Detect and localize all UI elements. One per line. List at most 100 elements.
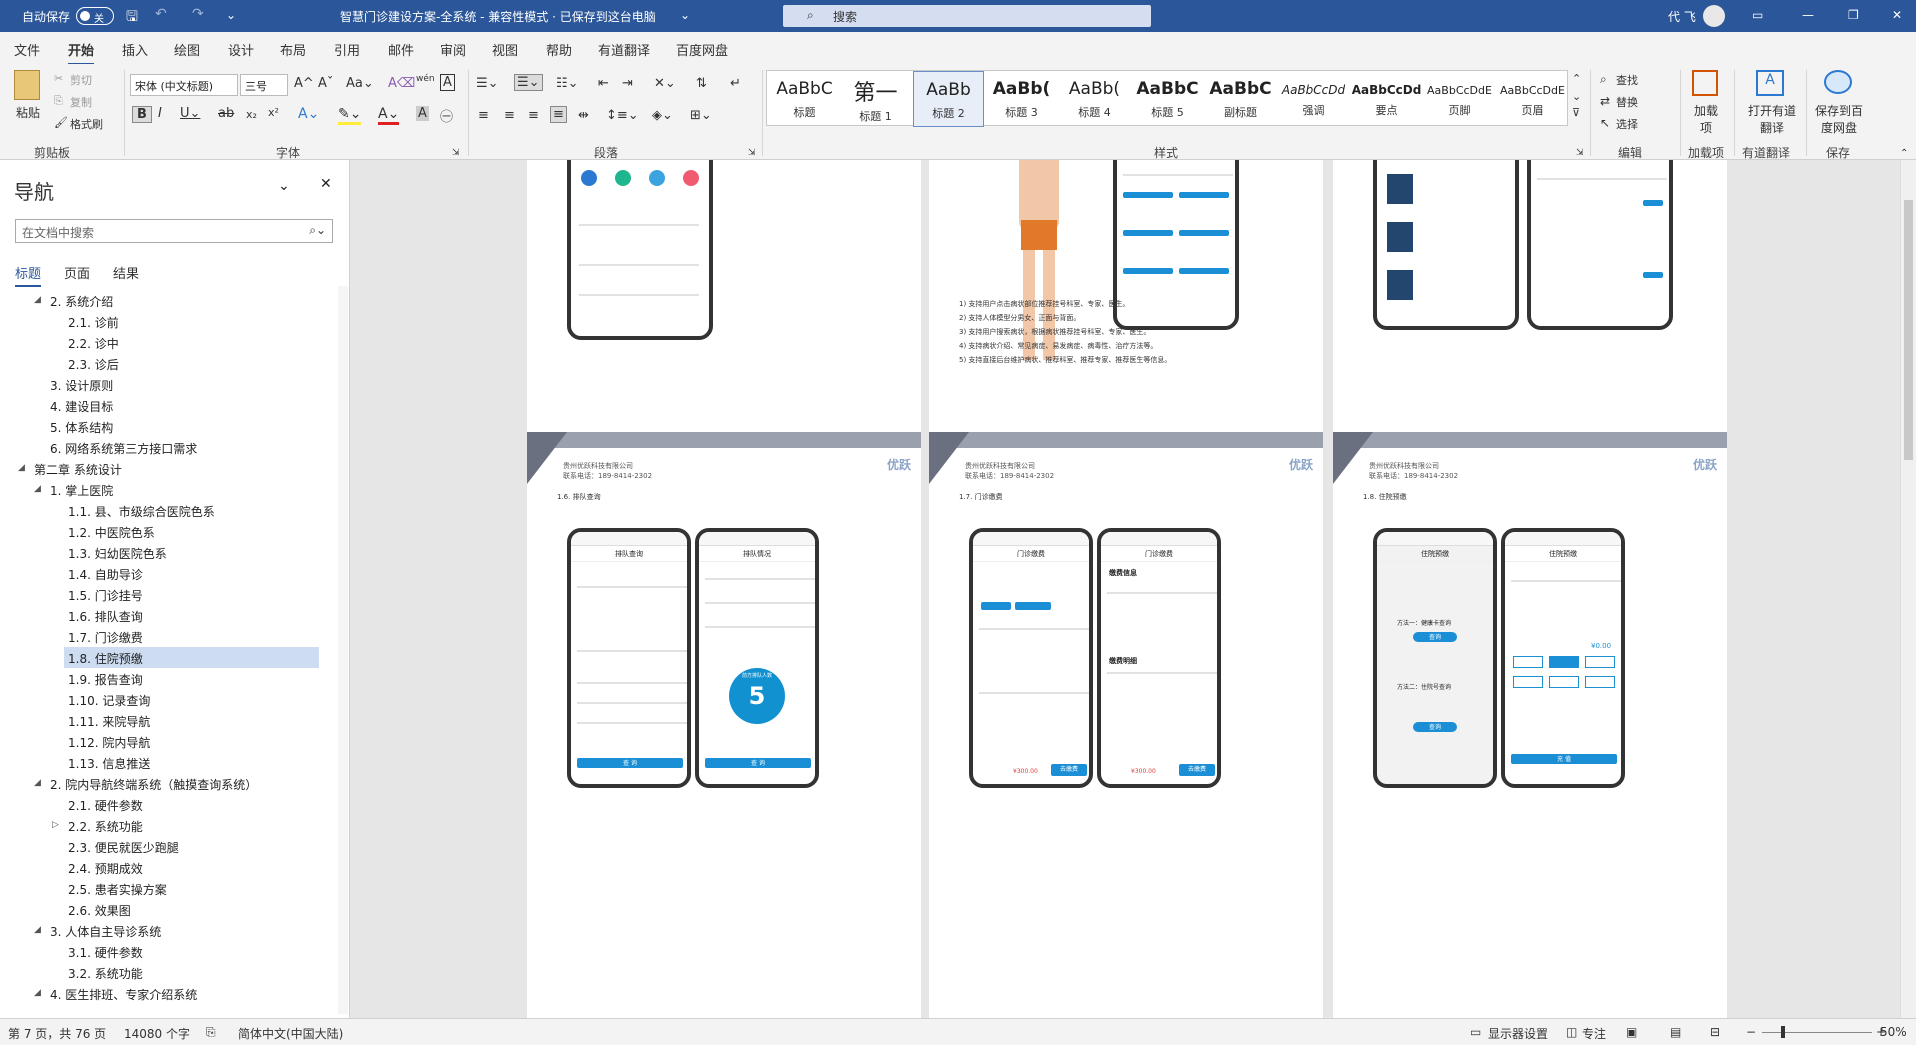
proofing-icon[interactable]: ⎘ bbox=[206, 1025, 216, 1040]
shading-icon[interactable]: ◈⌄ bbox=[652, 108, 673, 123]
read-mode-icon[interactable]: ▣ bbox=[1626, 1025, 1637, 1039]
print-layout-icon[interactable]: ▤ bbox=[1670, 1025, 1681, 1039]
pay-button[interactable]: 去缴费 bbox=[1051, 764, 1087, 776]
scissors-icon[interactable]: ✂ bbox=[54, 72, 63, 85]
zoom-slider[interactable] bbox=[1762, 1032, 1872, 1033]
nav-heading-item[interactable]: 2. 院内导航终端系统（触摸查询系统） bbox=[50, 773, 257, 794]
save-icon[interactable]: 🖫 bbox=[126, 6, 138, 30]
italic-icon[interactable]: I bbox=[158, 106, 162, 121]
nav-scrollbar[interactable] bbox=[338, 286, 348, 1014]
search-icon[interactable]: ⌕⌄ bbox=[309, 223, 326, 238]
collapse-triangle-icon[interactable]: ◢ bbox=[34, 778, 41, 788]
undo-icon[interactable]: ↶ bbox=[155, 6, 167, 22]
sort-icon[interactable]: ⇅ bbox=[696, 76, 707, 91]
tab-baidu[interactable]: 百度网盘 bbox=[676, 40, 728, 59]
nav-heading-item[interactable]: 2.1. 硬件参数 bbox=[68, 794, 143, 815]
bullets-icon[interactable]: ☰⌄ bbox=[476, 76, 499, 91]
nav-heading-item[interactable]: 4. 医生排班、专家介绍系统 bbox=[50, 983, 197, 1004]
tab-mailings[interactable]: 邮件 bbox=[388, 40, 414, 59]
font-color-icon[interactable]: A⌄ bbox=[378, 106, 400, 125]
document-title[interactable]: 智慧门诊建设方案-全系统 - 兼容性模式 · 已保存到这台电脑 bbox=[340, 8, 656, 25]
tab-help[interactable]: 帮助 bbox=[546, 40, 572, 59]
query-button[interactable]: 查 询 bbox=[705, 758, 811, 768]
borders-icon[interactable]: ⊞⌄ bbox=[690, 108, 712, 123]
subscript-icon[interactable]: x₂ bbox=[246, 108, 257, 121]
nav-heading-item[interactable]: 1.6. 排队查询 bbox=[68, 605, 143, 626]
focus-mode[interactable]: 专注 bbox=[1582, 1025, 1606, 1042]
translate-icon[interactable]: A bbox=[1756, 70, 1784, 96]
styles-scroll-up-icon[interactable]: ⌃ bbox=[1572, 72, 1581, 85]
display-settings[interactable]: 显示器设置 bbox=[1488, 1025, 1548, 1042]
zoom-out-icon[interactable]: − bbox=[1746, 1025, 1756, 1039]
nav-heading-item[interactable]: 1.12. 院内导航 bbox=[68, 731, 150, 752]
avatar[interactable] bbox=[1703, 5, 1725, 27]
distributed-icon[interactable]: ⇹ bbox=[578, 108, 589, 123]
nav-heading-item[interactable]: 2.3. 便民就医少跑腿 bbox=[68, 836, 179, 857]
nav-heading-item[interactable]: 2.1. 诊前 bbox=[68, 311, 119, 332]
find-icon[interactable]: ⌕ bbox=[1600, 72, 1607, 87]
tab-design[interactable]: 设计 bbox=[228, 40, 254, 59]
nav-heading-item[interactable]: 1.3. 妇幼医院色系 bbox=[68, 542, 167, 563]
multilevel-list-icon[interactable]: ☷⌄ bbox=[556, 76, 579, 91]
nav-heading-item[interactable]: 1.9. 报告查询 bbox=[68, 668, 143, 689]
focus-icon[interactable]: ◫ bbox=[1566, 1025, 1577, 1039]
styles-scroll-down-icon[interactable]: ⌄ bbox=[1572, 90, 1581, 103]
change-case-icon[interactable]: Aa⌄ bbox=[346, 76, 374, 91]
cloud-icon[interactable] bbox=[1824, 70, 1852, 94]
superscript-icon[interactable]: x² bbox=[268, 106, 279, 119]
align-center-icon[interactable]: ≡ bbox=[504, 108, 515, 123]
youdao-button[interactable]: 打开有道翻译 bbox=[1744, 102, 1800, 136]
font-name-select[interactable]: 宋体 (中文标题) bbox=[130, 74, 238, 96]
web-layout-icon[interactable]: ⊟ bbox=[1710, 1025, 1720, 1039]
nav-heading-item[interactable]: 2.2. 诊中 bbox=[68, 332, 119, 353]
style-item[interactable]: AaBb(标题 3 bbox=[986, 71, 1057, 127]
paragraph-dialog-launcher-icon[interactable]: ⇲ bbox=[748, 148, 756, 158]
recharge-button[interactable]: 充 值 bbox=[1511, 754, 1617, 764]
pay-button[interactable]: 去缴费 bbox=[1179, 764, 1215, 776]
cut-button[interactable]: 剪切 bbox=[70, 72, 92, 88]
autosave-toggle[interactable]: 关 bbox=[76, 7, 114, 25]
nav-heading-item[interactable]: 2.2. 系统功能 bbox=[68, 815, 143, 836]
select-button[interactable]: 选择 bbox=[1616, 116, 1638, 132]
nav-heading-item[interactable]: 2. 系统介绍 bbox=[50, 290, 113, 311]
user-name[interactable]: 代 飞 bbox=[1668, 8, 1696, 25]
font-size-select[interactable]: 三号 bbox=[240, 74, 288, 96]
language[interactable]: 简体中文(中国大陆) bbox=[238, 1025, 343, 1042]
zoom-level[interactable]: 50% bbox=[1880, 1025, 1907, 1039]
copy-icon[interactable]: ⎘ bbox=[54, 94, 63, 108]
highlight-icon[interactable]: ✎⌄ bbox=[338, 106, 362, 125]
bold-icon[interactable]: B bbox=[132, 106, 152, 123]
nav-heading-item[interactable]: 1.1. 县、市级综合医院色系 bbox=[68, 500, 215, 521]
tab-youdao[interactable]: 有道翻译 bbox=[598, 40, 650, 59]
close-icon[interactable]: ✕ bbox=[1892, 8, 1902, 22]
tab-review[interactable]: 审阅 bbox=[440, 40, 466, 59]
collapse-triangle-icon[interactable]: ◢ bbox=[34, 295, 41, 305]
style-item[interactable]: AaBbCcDdE 页眉 bbox=[1497, 71, 1568, 127]
tab-home[interactable]: 开始 bbox=[68, 40, 95, 66]
collapse-triangle-icon[interactable]: ◢ bbox=[34, 925, 41, 935]
show-marks-icon[interactable]: ↵ bbox=[730, 76, 741, 91]
char-shading-icon[interactable]: A bbox=[416, 106, 429, 121]
ribbon-display-icon[interactable]: ▭ bbox=[1752, 8, 1763, 22]
paste-icon[interactable] bbox=[14, 70, 40, 100]
style-item[interactable]: AaBbCcDdE 页脚 bbox=[1424, 71, 1495, 127]
collapse-triangle-icon[interactable]: ◢ bbox=[34, 988, 41, 998]
document-scrollbar[interactable] bbox=[1900, 160, 1916, 1018]
styles-more-icon[interactable]: ⊽ bbox=[1572, 106, 1580, 119]
style-item-selected[interactable]: AaBb 标题 2 bbox=[913, 71, 984, 127]
baidu-save-button[interactable]: 保存到百度网盘 bbox=[1810, 102, 1868, 136]
nav-heading-item[interactable]: 2.5. 患者实操方案 bbox=[68, 878, 167, 899]
copy-button[interactable]: 复制 bbox=[70, 94, 92, 110]
increase-indent-icon[interactable]: ⇥ bbox=[622, 76, 633, 91]
clear-format-icon[interactable]: A⌫ bbox=[388, 76, 415, 91]
char-border-icon[interactable]: A bbox=[440, 74, 455, 91]
nav-tab-results[interactable]: 结果 bbox=[113, 263, 139, 282]
nav-heading-item[interactable]: 3. 设计原则 bbox=[50, 374, 113, 395]
query-button[interactable]: 查询 bbox=[1413, 632, 1457, 642]
underline-icon[interactable]: U⌄ bbox=[180, 106, 200, 121]
nav-heading-item[interactable]: 1.7. 门诊缴费 bbox=[68, 626, 143, 647]
decrease-indent-icon[interactable]: ⇤ bbox=[598, 76, 609, 91]
nav-heading-item[interactable]: 3. 人体自主导诊系统 bbox=[50, 920, 161, 941]
grow-font-icon[interactable]: A^ bbox=[294, 76, 314, 91]
nav-heading-item[interactable]: 1.4. 自助导诊 bbox=[68, 563, 143, 584]
